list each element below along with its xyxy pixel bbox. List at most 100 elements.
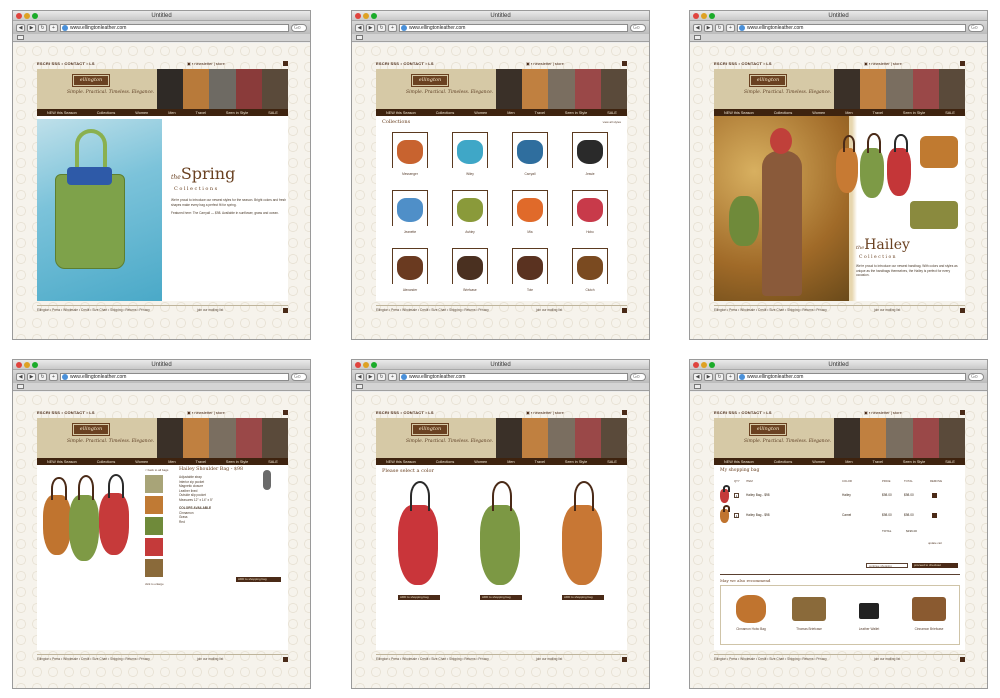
forward-button[interactable]: ▶: [704, 23, 713, 32]
nav-women[interactable]: Women: [812, 460, 825, 464]
add-bookmark-button[interactable]: +: [49, 23, 58, 32]
bookmarks-icon[interactable]: [694, 384, 701, 389]
cart-item-name[interactable]: Hailey Bag - $98: [746, 513, 770, 517]
collection-item[interactable]: Jessie: [560, 128, 620, 186]
reload-button[interactable]: ↻: [38, 23, 47, 32]
newsletter-store-links[interactable]: ▣ ▪ newsletter | store: [526, 61, 564, 66]
thumbnail[interactable]: [145, 559, 163, 577]
minimize-icon[interactable]: [701, 362, 707, 368]
collection-item[interactable]: Tote: [500, 244, 560, 301]
remove-icon[interactable]: [932, 513, 937, 518]
color-option[interactable]: Red: [179, 520, 285, 525]
remove-icon[interactable]: [932, 493, 937, 498]
nav-seen-in-style[interactable]: Seen in Style: [903, 111, 925, 115]
close-icon[interactable]: [355, 13, 361, 19]
add-bookmark-button[interactable]: +: [49, 372, 58, 381]
cart-icon[interactable]: [283, 410, 288, 415]
search-field[interactable]: Go: [291, 23, 307, 32]
search-field[interactable]: Go: [630, 372, 646, 381]
nav-new[interactable]: NEW this Season: [47, 111, 77, 115]
recommend-item[interactable]: Cinnamon Hobo Bag: [726, 591, 776, 641]
close-icon[interactable]: [693, 13, 699, 19]
nav-collections[interactable]: Collections: [774, 111, 793, 115]
minimize-icon[interactable]: [363, 362, 369, 368]
footer-links[interactable]: Ellington • Press • Wholesale • Credit •…: [376, 657, 489, 661]
update-cart-link[interactable]: update cart: [928, 541, 942, 545]
thumbnail[interactable]: [145, 517, 163, 535]
collection-item[interactable]: Ashley: [440, 186, 500, 244]
minimize-icon[interactable]: [24, 362, 30, 368]
footer-links[interactable]: Ellington • Press • Wholesale • Credit •…: [714, 308, 827, 312]
cart-icon[interactable]: [283, 61, 288, 66]
newsletter-store-links[interactable]: ▣ ▪ newsletter | store: [864, 410, 902, 415]
nav-new[interactable]: NEW this Season: [47, 460, 77, 464]
reload-button[interactable]: ↻: [715, 372, 724, 381]
collection-item[interactable]: Messenger: [380, 128, 440, 186]
zoom-icon[interactable]: [371, 362, 377, 368]
address-bar[interactable]: www.ellingtonleather.com: [399, 23, 628, 32]
collection-item[interactable]: Hobo: [560, 186, 620, 244]
reload-button[interactable]: ↻: [715, 23, 724, 32]
nav-travel[interactable]: Travel: [535, 111, 545, 115]
reload-button[interactable]: ↻: [377, 372, 386, 381]
add-bookmark-button[interactable]: +: [726, 23, 735, 32]
nav-collections[interactable]: Collections: [436, 460, 455, 464]
collection-item[interactable]: Briefcase: [440, 244, 500, 301]
forward-button[interactable]: ▶: [27, 23, 36, 32]
utility-links[interactable]: ESCRI SSS • CONTACT • LS: [714, 410, 772, 415]
address-bar[interactable]: www.ellingtonleather.com: [60, 372, 289, 381]
minimize-icon[interactable]: [24, 13, 30, 19]
submit-arrow-icon[interactable]: [283, 657, 288, 662]
zoom-icon[interactable]: [709, 362, 715, 368]
nav-travel[interactable]: Travel: [873, 111, 883, 115]
nav-women[interactable]: Women: [135, 460, 148, 464]
minimize-icon[interactable]: [701, 13, 707, 19]
collection-item[interactable]: Clutch: [560, 244, 620, 301]
search-field[interactable]: Go: [968, 372, 984, 381]
submit-arrow-icon[interactable]: [622, 657, 627, 662]
nav-men[interactable]: Men: [168, 111, 175, 115]
nav-collections[interactable]: Collections: [774, 460, 793, 464]
newsletter-store-links[interactable]: ▣ ▪ newsletter | store: [187, 61, 225, 66]
add-to-bag-button[interactable]: ADD to shopping bag: [236, 577, 281, 582]
back-button[interactable]: ◀: [16, 372, 25, 381]
minimize-icon[interactable]: [363, 13, 369, 19]
add-to-bag-button-grass[interactable]: ADD to shopping bag: [480, 595, 522, 600]
cart-icon[interactable]: [622, 61, 627, 66]
back-button[interactable]: ◀: [693, 372, 702, 381]
nav-men[interactable]: Men: [507, 111, 514, 115]
search-field[interactable]: Go: [291, 372, 307, 381]
bookmarks-icon[interactable]: [17, 35, 24, 40]
add-to-bag-button-red[interactable]: ADD to shopping bag: [398, 595, 440, 600]
submit-arrow-icon[interactable]: [622, 308, 627, 313]
back-button[interactable]: ◀: [693, 23, 702, 32]
recommend-item[interactable]: Thomas Briefcase: [784, 591, 834, 641]
qty-input[interactable]: 1: [734, 513, 739, 518]
ellington-logo[interactable]: ellington: [72, 74, 110, 87]
color-choice-grass[interactable]: [480, 481, 520, 585]
utility-links[interactable]: ESCRI SSS • CONTACT • LS: [376, 410, 434, 415]
enlarge-link[interactable]: click to enlarge: [145, 582, 164, 586]
nav-travel[interactable]: Travel: [196, 111, 206, 115]
footer-links[interactable]: Ellington • Press • Wholesale • Credit •…: [714, 657, 827, 661]
nav-sale[interactable]: SALE: [607, 111, 617, 115]
nav-collections[interactable]: Collections: [97, 460, 116, 464]
close-icon[interactable]: [16, 362, 22, 368]
nav-seen-in-style[interactable]: Seen in Style: [903, 460, 925, 464]
collection-item[interactable]: Alexander: [380, 244, 440, 301]
nav-women[interactable]: Women: [135, 111, 148, 115]
add-bookmark-button[interactable]: +: [726, 372, 735, 381]
nav-sale[interactable]: SALE: [607, 460, 617, 464]
ellington-logo[interactable]: ellington: [749, 74, 787, 87]
collection-item[interactable]: Carryall: [500, 128, 560, 186]
newsletter-store-links[interactable]: ▣ ▪ newsletter | store: [187, 410, 225, 415]
nav-seen-in-style[interactable]: Seen in Style: [226, 111, 248, 115]
bookmarks-icon[interactable]: [694, 35, 701, 40]
nav-travel[interactable]: Travel: [196, 460, 206, 464]
nav-men[interactable]: Men: [168, 460, 175, 464]
zoom-icon[interactable]: [371, 13, 377, 19]
forward-button[interactable]: ▶: [27, 372, 36, 381]
nav-new[interactable]: NEW this Season: [724, 460, 754, 464]
forward-button[interactable]: ▶: [366, 23, 375, 32]
address-bar[interactable]: www.ellingtonleather.com: [737, 23, 966, 32]
